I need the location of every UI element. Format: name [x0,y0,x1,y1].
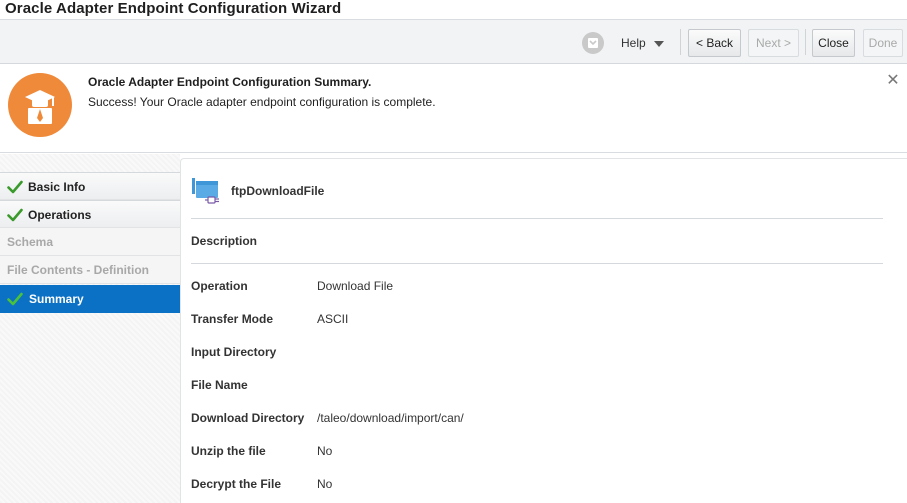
summary-key: File Name [191,378,248,392]
nav-step-operations[interactable]: Operations [0,200,180,228]
checkmark-icon [7,208,23,222]
close-button[interactable]: Close [812,29,855,57]
done-button[interactable]: Done [863,29,903,57]
window-title: Oracle Adapter Endpoint Configuration Wi… [5,0,342,17]
next-button[interactable]: Next > [748,29,799,57]
adapter-endpoint-icon [192,178,219,204]
banner-message: Success! Your Oracle adapter endpoint co… [88,95,436,109]
wizard-toolbar: Help < Back Next > Close Done [0,20,907,64]
summary-key: Operation [191,279,248,293]
nav-step-file-contents-definition[interactable]: File Contents - Definition [0,256,180,284]
nav-step-label: Basic Info [28,180,86,194]
summary-row-unzip-the-file: Unzip the file No [191,443,791,459]
summary-row-transfer-mode: Transfer Mode ASCII [191,311,791,327]
wizard-steps-nav: Basic Info Operations Schema File Conten… [0,154,180,503]
help-menu[interactable]: Help [621,36,646,50]
graduate-icon [8,73,72,137]
back-button[interactable]: < Back [688,29,741,57]
summary-value: No [317,444,333,458]
summary-row-download-directory: Download Directory /taleo/download/impor… [191,410,791,426]
summary-key: Decrypt the File [191,477,282,491]
toolbar-divider [805,29,806,55]
checkmark-icon [7,180,23,194]
section-divider [191,218,883,219]
summary-key: Transfer Mode [191,312,274,326]
summary-value: /taleo/download/import/can/ [317,411,464,425]
toolbar-divider [680,29,681,55]
success-message-banner: Oracle Adapter Endpoint Configuration Su… [0,65,907,153]
summary-key: Unzip the file [191,444,266,458]
description-label: Description [191,234,258,248]
nav-step-basic-info[interactable]: Basic Info [0,172,180,200]
summary-key: Download Directory [191,411,305,425]
help-toggle-icon[interactable] [582,32,604,54]
nav-step-summary[interactable]: Summary [0,285,180,313]
banner-title: Oracle Adapter Endpoint Configuration Su… [88,75,372,89]
window-titlebar: Oracle Adapter Endpoint Configuration Wi… [0,0,907,20]
nav-step-label: Operations [28,208,92,222]
checkmark-icon [7,292,23,306]
summary-value: No [317,477,333,491]
nav-step-label: Summary [29,292,84,306]
endpoint-name: ftpDownloadFile [231,184,325,198]
summary-value: ASCII [317,312,349,326]
summary-row-decrypt-the-file: Decrypt the File No [191,476,791,492]
close-icon[interactable]: ✕ [886,73,900,89]
nav-step-label: File Contents - Definition [7,263,149,277]
summary-key: Input Directory [191,345,277,359]
chevron-down-icon[interactable] [654,41,664,47]
summary-value: Download File [317,279,394,293]
summary-row-file-name: File Name [191,377,791,393]
summary-panel: ftpDownloadFile Description Operation Do… [180,158,907,503]
nav-step-label: Schema [7,235,54,249]
section-divider [191,263,883,264]
nav-step-schema[interactable]: Schema [0,228,180,256]
summary-row-input-directory: Input Directory [191,344,791,360]
summary-row-operation: Operation Download File [191,278,791,294]
